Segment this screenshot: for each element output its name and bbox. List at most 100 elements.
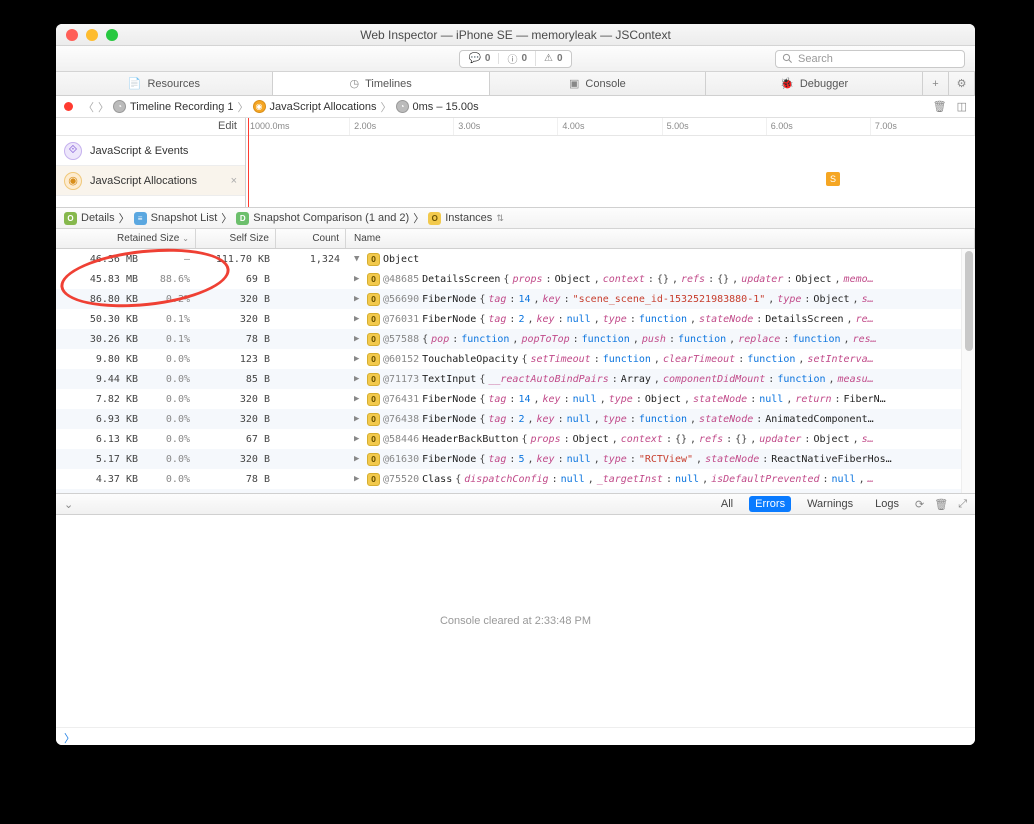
timeline-list: Edit ⟐JavaScript & Events ◉JavaScript Al… bbox=[56, 118, 246, 207]
table-row[interactable]: 5.17 KB0.0%320 B▶O @61630 FiberNode {tag… bbox=[56, 449, 975, 469]
tick: 7.00s bbox=[871, 118, 975, 135]
timeline-ruler[interactable]: 1000.0ms2.00s3.00s4.00s5.00s6.00s7.00s S bbox=[246, 118, 975, 207]
table-row[interactable]: 7.82 KB0.0%320 B▶O @76431 FiberNode {tag… bbox=[56, 389, 975, 409]
disclosure-open-icon[interactable]: ▼ bbox=[354, 254, 364, 264]
col-retained[interactable]: Retained Size⌄ bbox=[56, 229, 196, 248]
table-row[interactable]: 6.93 KB0.0%320 B▶O @76438 FiberNode {tag… bbox=[56, 409, 975, 429]
table-row[interactable]: 4.37 KB0.0%78 B▶O @75520 Class {dispatch… bbox=[56, 469, 975, 489]
object-icon: O bbox=[367, 493, 380, 494]
table-row[interactable]: 6.13 KB0.0%67 B▶O @58446 HeaderBackButto… bbox=[56, 429, 975, 449]
window-title: Web Inspector — iPhone SE — memoryleak —… bbox=[56, 28, 975, 42]
close-icon[interactable]: × bbox=[231, 175, 237, 187]
traffic-lights bbox=[56, 29, 118, 41]
timeline-overview: Edit ⟐JavaScript & Events ◉JavaScript Al… bbox=[56, 118, 975, 208]
nav-back[interactable]: 〈 bbox=[83, 99, 94, 115]
col-count[interactable]: Count bbox=[276, 229, 346, 248]
reload-icon[interactable]: ⟳ bbox=[915, 498, 924, 511]
path-bar: 〈 〉 ◔Timeline Recording 1 〉 ◉JavaScript … bbox=[56, 96, 975, 118]
table-row-root: 46.36 MB— 111.70 KB 1,324 ▼O Object bbox=[56, 249, 975, 269]
disclosure-icon[interactable]: ▶ bbox=[354, 474, 364, 484]
messages-badge[interactable]: 💬 0 bbox=[460, 53, 499, 64]
object-icon: O bbox=[367, 253, 380, 266]
inspector-window: Web Inspector — iPhone SE — memoryleak —… bbox=[56, 24, 975, 745]
filter-all[interactable]: All bbox=[715, 496, 739, 512]
tab-settings[interactable]: ⚙ bbox=[949, 72, 975, 95]
bug-icon: 🐞 bbox=[780, 77, 794, 90]
script-icon: ⟐ bbox=[64, 142, 82, 160]
disclosure-icon[interactable]: ▶ bbox=[354, 334, 364, 344]
issue-badges[interactable]: 💬 0 ⓘ 0 ⚠ 0 bbox=[459, 50, 571, 68]
expand-icon[interactable]: ⤢ bbox=[958, 498, 967, 511]
row-js-allocations[interactable]: ◉JavaScript Allocations× bbox=[56, 166, 245, 196]
disclosure-icon[interactable]: ▶ bbox=[354, 374, 364, 384]
crumb-range[interactable]: ◔0ms – 15.00s bbox=[396, 100, 479, 113]
disclosure-icon[interactable]: ▶ bbox=[354, 434, 364, 444]
crumb-details[interactable]: Details bbox=[81, 212, 115, 224]
titlebar[interactable]: Web Inspector — iPhone SE — memoryleak —… bbox=[56, 24, 975, 46]
object-icon: O bbox=[367, 433, 380, 446]
disclosure-icon[interactable]: ▶ bbox=[354, 354, 364, 364]
stopwatch-icon: ◔ bbox=[396, 100, 409, 113]
trash-icon[interactable]: 🗑 bbox=[934, 498, 948, 511]
crumb-snapshot-list[interactable]: Snapshot List bbox=[151, 212, 218, 224]
object-icon: O bbox=[367, 333, 380, 346]
scrollbar[interactable] bbox=[961, 249, 975, 493]
filter-warnings[interactable]: Warnings bbox=[801, 496, 859, 512]
tab-add[interactable]: + bbox=[923, 72, 949, 95]
crumb-instances[interactable]: Instances bbox=[445, 212, 492, 224]
disclosure-icon[interactable]: ▶ bbox=[354, 394, 364, 404]
tick: 3.00s bbox=[454, 118, 558, 135]
scope-icon[interactable]: ⌄ bbox=[64, 498, 73, 511]
table-row[interactable]: 9.80 KB0.0%123 B▶O @60152 TouchableOpaci… bbox=[56, 349, 975, 369]
tab-debugger[interactable]: 🐞Debugger bbox=[706, 72, 923, 95]
search-input[interactable]: Search bbox=[775, 50, 965, 68]
record-button[interactable] bbox=[64, 102, 73, 111]
table-row[interactable]: 50.30 KB0.1%320 B▶O @76031 FiberNode {ta… bbox=[56, 309, 975, 329]
crumb-allocations[interactable]: ◉JavaScript Allocations bbox=[253, 100, 377, 113]
zoom-icon[interactable] bbox=[106, 29, 118, 41]
scroll-thumb[interactable] bbox=[965, 251, 973, 351]
console-area: Console cleared at 2:33:48 PM 〉 bbox=[56, 515, 975, 745]
table-row[interactable]: 30.26 KB0.1%78 B▶O @57588 {pop: function… bbox=[56, 329, 975, 349]
close-icon[interactable] bbox=[66, 29, 78, 41]
nav-forward[interactable]: 〉 bbox=[98, 99, 109, 115]
snapshot-marker[interactable]: S bbox=[826, 172, 840, 186]
table-row[interactable]: 4.37 KB0.0%78 B▶O @75328 Class {dispatch… bbox=[56, 489, 975, 493]
disclosure-icon[interactable]: ▶ bbox=[354, 454, 364, 464]
sort-icon[interactable]: ⇅ bbox=[496, 213, 504, 224]
tab-resources[interactable]: 📄Resources bbox=[56, 72, 273, 95]
panel-toggle-icon[interactable]: ◫ bbox=[957, 100, 967, 113]
tab-timelines[interactable]: ◷Timelines bbox=[273, 72, 490, 95]
tab-bar: 📄Resources ◷Timelines ▣Console 🐞Debugger… bbox=[56, 72, 975, 96]
warnings-badge[interactable]: ⚠ 0 bbox=[536, 53, 571, 64]
row-js-events[interactable]: ⟐JavaScript & Events bbox=[56, 136, 245, 166]
playhead[interactable] bbox=[248, 118, 249, 207]
object-icon: O bbox=[367, 413, 380, 426]
col-name[interactable]: Name bbox=[346, 229, 975, 248]
issues-badge[interactable]: ⓘ 0 bbox=[499, 51, 536, 66]
console-prompt[interactable]: 〉 bbox=[56, 727, 975, 745]
console-filter-bar: ⌄ All Errors Warnings Logs ⟳ 🗑 ⤢ bbox=[56, 493, 975, 515]
edit-button[interactable]: Edit bbox=[56, 118, 245, 136]
crumb-comparison[interactable]: Snapshot Comparison (1 and 2) bbox=[253, 212, 409, 224]
disclosure-icon[interactable]: ▶ bbox=[354, 414, 364, 424]
object-icon: O bbox=[367, 473, 380, 486]
data-grid[interactable]: 46.36 MB— 111.70 KB 1,324 ▼O Object 45.8… bbox=[56, 249, 975, 493]
list-icon: ≡ bbox=[134, 212, 147, 225]
disclosure-icon[interactable]: ▶ bbox=[354, 314, 364, 324]
trash-icon[interactable]: 🗑 bbox=[933, 100, 947, 113]
crumb-recording[interactable]: ◔Timeline Recording 1 bbox=[113, 100, 234, 113]
object-icon: O bbox=[367, 293, 380, 306]
cube-icon: ◉ bbox=[253, 100, 266, 113]
tab-console[interactable]: ▣Console bbox=[490, 72, 707, 95]
cube-icon: ◉ bbox=[64, 172, 82, 190]
table-row[interactable]: 45.83 MB88.6%69 B▶O @48685 DetailsScreen… bbox=[56, 269, 975, 289]
disclosure-icon[interactable]: ▶ bbox=[354, 294, 364, 304]
table-row[interactable]: 9.44 KB0.0%85 B▶O @71173 TextInput {__re… bbox=[56, 369, 975, 389]
col-self[interactable]: Self Size bbox=[196, 229, 276, 248]
filter-errors[interactable]: Errors bbox=[749, 496, 791, 512]
disclosure-icon[interactable]: ▶ bbox=[354, 274, 364, 284]
minimize-icon[interactable] bbox=[86, 29, 98, 41]
table-row[interactable]: 86.80 KB0.2%320 B▶O @56690 FiberNode {ta… bbox=[56, 289, 975, 309]
filter-logs[interactable]: Logs bbox=[869, 496, 905, 512]
